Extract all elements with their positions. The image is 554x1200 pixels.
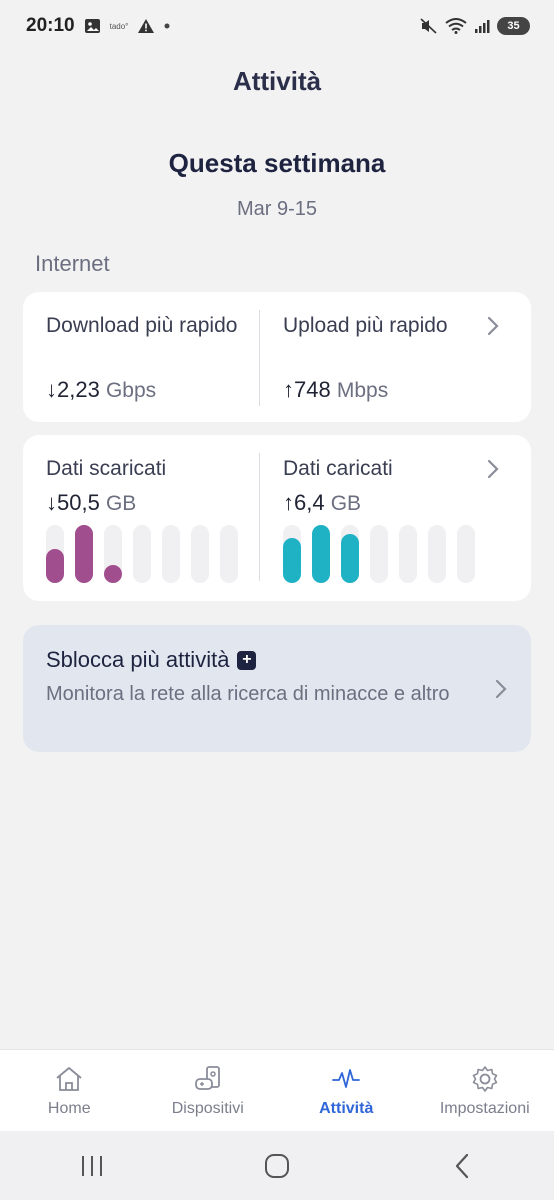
up-arrow-icon: ↑ — [283, 377, 294, 402]
uploaded-data-bar — [283, 538, 301, 583]
speed-card[interactable]: Download più rapido ↓2,23 Gbps Upload pi… — [23, 292, 531, 422]
warning-icon — [137, 18, 155, 34]
nav-settings[interactable]: Impostazioni — [416, 1050, 554, 1131]
download-speed-label: Download più rapido — [46, 314, 238, 337]
chevron-right-icon[interactable] — [487, 312, 499, 343]
down-arrow-icon: ↓ — [46, 377, 57, 402]
page-title: Attività — [232, 66, 322, 96]
divider — [259, 310, 260, 406]
down-arrow-icon: ↓ — [46, 490, 57, 515]
status-bar: 20:10 tado° 35 — [0, 0, 554, 52]
week-range: Mar 9-15 — [236, 198, 318, 220]
uploaded-data-bar-slot — [370, 525, 388, 583]
uploaded-data-bar-slot — [428, 525, 446, 583]
upload-speed-unit: Mbps — [336, 379, 389, 402]
promo-title: Sblocca più attività + — [46, 647, 257, 673]
settings-icon — [470, 1064, 500, 1094]
status-time: 20:10 — [26, 15, 75, 36]
nav-activity[interactable]: Attività — [277, 1050, 416, 1131]
downloaded-data-bar-slot — [162, 525, 180, 583]
downloaded-data-bar — [46, 549, 64, 583]
downloaded-data-bar-slot — [133, 525, 151, 583]
mute-icon — [420, 18, 438, 34]
upload-speed-number: 748 — [294, 377, 331, 402]
uploaded-data-bar-slot — [283, 525, 301, 583]
downloaded-data-number: 50,5 — [57, 490, 100, 515]
nav-devices-label: Dispositivi — [171, 1100, 244, 1117]
uploaded-data-bar-slot — [341, 525, 359, 583]
download-speed-metric: Download più rapido ↓2,23 Gbps — [46, 292, 256, 422]
chevron-right-icon[interactable] — [487, 455, 499, 486]
nav-home-label: Home — [47, 1100, 91, 1117]
uploaded-data-bar-slot — [312, 525, 330, 583]
tado-notification-icon: tado° — [109, 21, 129, 31]
promo-description: Monitora la rete alla ricerca di minacce… — [46, 683, 450, 705]
upload-speed-value: ↑748 Mbps — [283, 377, 388, 403]
uploaded-data-value: ↑6,4 GB — [283, 490, 361, 516]
gallery-notification-icon — [84, 18, 101, 34]
uploaded-data-unit: GB — [330, 492, 362, 515]
uploaded-data-label: Dati caricati — [283, 457, 393, 480]
downloaded-data-label: Dati scaricati — [46, 457, 167, 480]
activity-icon — [331, 1064, 361, 1094]
downloaded-data-unit: GB — [105, 492, 137, 515]
uploaded-data-bar-slot — [457, 525, 475, 583]
downloaded-data-bar — [75, 525, 93, 583]
nav-activity-label: Attività — [319, 1100, 374, 1117]
nav-devices[interactable]: Dispositivi — [139, 1050, 278, 1131]
uploaded-data-number: 6,4 — [294, 490, 325, 515]
downloaded-data-bar — [104, 565, 122, 583]
week-title: Questa settimana — [168, 148, 386, 178]
home-button[interactable] — [247, 1141, 307, 1191]
section-label-internet: Internet — [35, 251, 110, 276]
downloaded-data-bar-slot — [75, 525, 93, 583]
divider — [259, 453, 260, 581]
uploaded-data-bar-slot — [399, 525, 417, 583]
back-button[interactable] — [432, 1141, 492, 1191]
downloaded-data-bar-slot — [46, 525, 64, 583]
plus-badge-icon: + — [237, 650, 257, 670]
battery-indicator: 35 — [497, 17, 530, 35]
download-speed-value: ↓2,23 Gbps — [46, 377, 156, 403]
system-navigation-bar — [0, 1131, 554, 1200]
upload-speed-label: Upload più rapido — [283, 314, 448, 337]
wifi-icon — [445, 18, 467, 34]
download-speed-number: 2,23 — [57, 377, 100, 402]
unlock-more-activity-banner[interactable]: Sblocca più attività + Monitora la rete … — [23, 625, 531, 752]
more-notifications-dot-icon — [164, 23, 170, 29]
downloaded-data-bar-slot — [220, 525, 238, 583]
uploaded-data-bars — [283, 525, 475, 583]
nav-home[interactable]: Home — [0, 1050, 139, 1131]
downloaded-data-bars — [46, 525, 238, 583]
uploaded-data-bar — [312, 525, 330, 583]
downloaded-data-value: ↓50,5 GB — [46, 490, 136, 516]
home-icon — [54, 1064, 84, 1094]
signal-icon — [474, 19, 490, 33]
nav-settings-label: Impostazioni — [439, 1100, 530, 1117]
downloaded-data-bar-slot — [104, 525, 122, 583]
bottom-navigation: Home Dispositivi Attività Impostazioni — [0, 1049, 554, 1131]
uploaded-data-bar — [341, 534, 359, 583]
devices-icon — [193, 1064, 223, 1094]
recent-apps-button[interactable] — [62, 1141, 122, 1191]
chevron-right-icon[interactable] — [495, 675, 507, 706]
upload-speed-metric: Upload più rapido ↑748 Mbps — [283, 292, 493, 422]
promo-title-text: Sblocca più attività — [46, 647, 230, 672]
download-speed-unit: Gbps — [105, 379, 157, 402]
uploaded-data-metric: Dati caricati ↑6,4 GB — [283, 435, 493, 601]
up-arrow-icon: ↑ — [283, 490, 294, 515]
data-usage-card[interactable]: Dati scaricati ↓50,5 GB Dati caricati ↑6… — [23, 435, 531, 601]
downloaded-data-bar-slot — [191, 525, 209, 583]
downloaded-data-metric: Dati scaricati ↓50,5 GB — [46, 435, 256, 601]
